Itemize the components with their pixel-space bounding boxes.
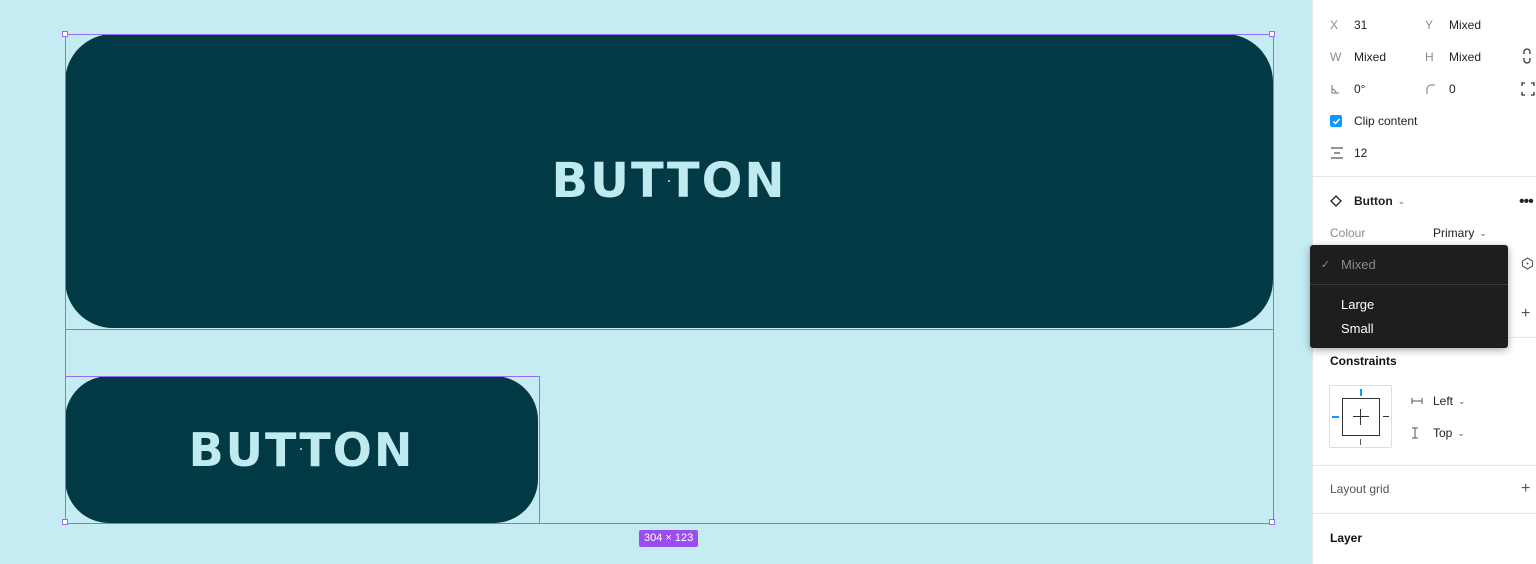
constraints-center-v [1360, 409, 1361, 425]
divider [1313, 176, 1536, 177]
spacing-field[interactable]: 12 [1330, 146, 1367, 160]
constrain-proportions-icon[interactable] [1521, 48, 1533, 64]
instance-swap-icon[interactable] [1521, 257, 1534, 270]
constraints-widget[interactable] [1329, 385, 1392, 448]
height-field[interactable]: H Mixed [1425, 50, 1481, 64]
rotation-field[interactable]: 0° [1330, 82, 1365, 96]
constraints-inner-box [1342, 398, 1380, 436]
constraint-left-indicator[interactable] [1332, 416, 1339, 418]
rotation-icon [1330, 84, 1354, 94]
design-canvas[interactable]: BUTTON BUTTON 304 × 123 [0, 0, 1312, 564]
component-icon [1330, 195, 1354, 207]
constraint-bottom-indicator[interactable] [1360, 439, 1361, 445]
colour-label: Colour [1330, 226, 1366, 240]
colour-value: Primary [1433, 226, 1475, 240]
h-value[interactable]: Mixed [1449, 50, 1481, 64]
dropdown-option-label: Large [1341, 296, 1375, 312]
constraint-v-value: Top [1433, 426, 1453, 440]
constraint-h-value: Left [1433, 394, 1454, 408]
colour-select[interactable]: Primary ⌄ [1433, 226, 1487, 240]
width-field[interactable]: W Mixed [1330, 50, 1386, 64]
x-field[interactable]: X 31 [1330, 18, 1367, 32]
dropdown-divider [1310, 284, 1508, 285]
clip-content-label: Clip content [1354, 114, 1418, 128]
horizontal-constraint-select[interactable]: Left ⌄ [1411, 394, 1466, 408]
resize-handle-top-right[interactable] [1269, 31, 1275, 37]
chevron-down-icon: ⌄ [1479, 227, 1487, 238]
y-field[interactable]: Y Mixed [1425, 18, 1481, 32]
constraints-header: Constraints [1330, 354, 1397, 368]
dropdown-option-large[interactable]: Large [1310, 293, 1508, 315]
rotation-value[interactable]: 0° [1354, 82, 1365, 96]
clip-content-row[interactable]: Clip content [1330, 114, 1417, 128]
resize-handle-bottom-left[interactable] [62, 519, 68, 525]
chevron-down-icon: ⌄ [1457, 427, 1465, 438]
constraint-right-indicator[interactable] [1383, 416, 1389, 417]
spacing-icon [1330, 147, 1354, 159]
divider [1313, 513, 1536, 514]
radius-value[interactable]: 0 [1449, 82, 1456, 96]
constraint-top-indicator[interactable] [1360, 389, 1362, 396]
component-name: Button [1354, 194, 1393, 208]
x-value[interactable]: 31 [1354, 18, 1367, 32]
layer-title: Layer [1330, 531, 1363, 545]
center-point-marker [668, 180, 670, 182]
more-options-icon[interactable]: ••• [1519, 193, 1534, 211]
size-variant-dropdown: ✓ Mixed Large Small [1310, 245, 1508, 348]
add-icon[interactable]: + [1521, 305, 1530, 323]
w-value[interactable]: Mixed [1354, 50, 1386, 64]
component-header[interactable]: Button ⌄ [1330, 194, 1405, 208]
dropdown-option-label: Mixed [1341, 256, 1376, 272]
corner-radius-field[interactable]: 0 [1425, 82, 1456, 96]
check-icon: ✓ [1320, 258, 1331, 271]
chevron-down-icon: ⌄ [1458, 395, 1466, 406]
dropdown-option-small[interactable]: Small [1310, 317, 1508, 339]
center-point-marker [300, 448, 302, 450]
vertical-constraint-icon [1411, 427, 1433, 439]
independent-corners-icon[interactable] [1521, 82, 1535, 96]
divider [1313, 465, 1536, 466]
horizontal-constraint-icon [1411, 397, 1433, 405]
add-layout-grid-icon[interactable]: + [1521, 480, 1530, 498]
colour-property: Colour [1330, 226, 1365, 240]
corner-radius-icon [1425, 84, 1449, 94]
y-label: Y [1425, 18, 1434, 32]
h-label: H [1425, 50, 1434, 64]
layout-grid-row: Layout grid [1330, 482, 1389, 496]
resize-handle-top-left[interactable] [62, 31, 68, 37]
constraints-title: Constraints [1330, 354, 1397, 368]
spacing-value[interactable]: 12 [1354, 146, 1367, 160]
y-value[interactable]: Mixed [1449, 18, 1481, 32]
chevron-down-icon: ⌄ [1397, 195, 1406, 206]
constraints-center-h [1353, 416, 1369, 417]
w-label: W [1330, 50, 1342, 64]
clip-content-checkbox[interactable] [1330, 115, 1342, 127]
dropdown-option-label: Small [1341, 320, 1374, 336]
size-badge: 304 × 123 [639, 530, 699, 547]
layout-grid-label: Layout grid [1330, 482, 1390, 496]
vertical-constraint-select[interactable]: Top ⌄ [1411, 426, 1465, 440]
layer-header: Layer [1330, 531, 1362, 545]
resize-handle-bottom-right[interactable] [1269, 519, 1275, 525]
dropdown-option-mixed[interactable]: ✓ Mixed [1310, 253, 1508, 275]
x-label: X [1330, 18, 1339, 32]
